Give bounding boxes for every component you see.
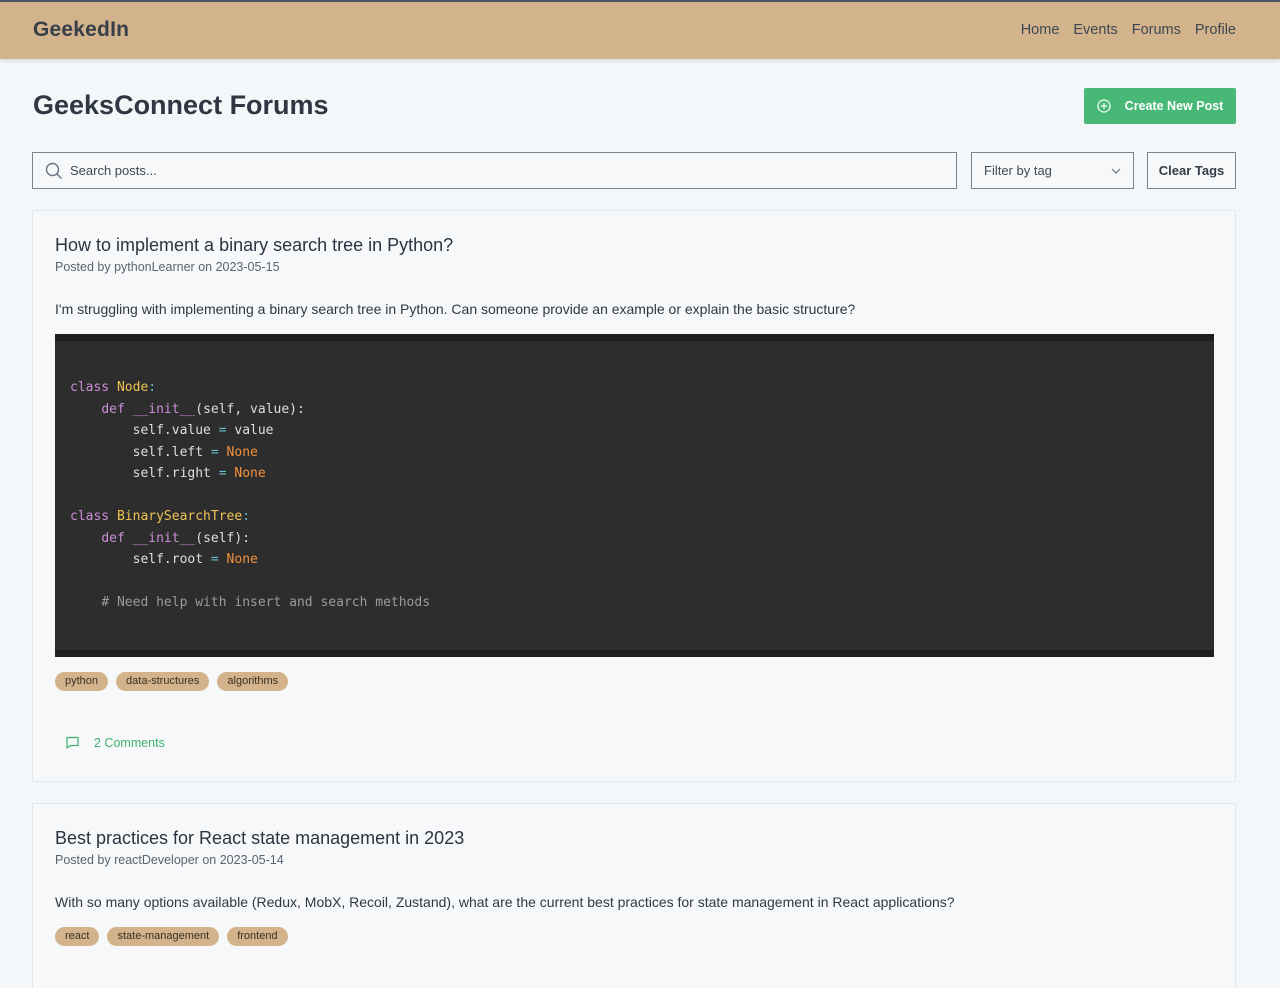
code-line: self.root = None: [70, 552, 258, 567]
post-card: Best practices for React state managemen…: [32, 803, 1236, 988]
post-body: I'm struggling with implementing a binar…: [55, 301, 856, 317]
post-title[interactable]: How to implement a binary search tree in…: [55, 235, 453, 256]
code-block: class Node: def __init__(self, value): s…: [55, 334, 1214, 657]
navbar: GeekedIn Home Events Forums Profile: [0, 2, 1280, 59]
nav-links: Home Events Forums Profile: [1007, 22, 1236, 38]
code-line: self.value = value: [70, 423, 274, 438]
code-keyword: def: [101, 401, 125, 417]
tag-frontend[interactable]: frontend: [227, 927, 288, 946]
search-icon: [45, 162, 63, 180]
posted-by-label: Posted by: [55, 260, 111, 274]
code-operator: =: [210, 444, 219, 460]
post-date: 2023-05-14: [219, 853, 284, 867]
tag-python[interactable]: python: [55, 672, 109, 691]
plus-circle-icon: [1097, 99, 1111, 113]
page-title: GeeksConnect Forums: [33, 90, 329, 120]
comments-count: 2 Comments: [94, 735, 165, 750]
tag-react[interactable]: react: [55, 927, 100, 946]
code-line: # Need help with insert and search metho…: [70, 592, 1214, 614]
posted-on-label: on: [202, 853, 217, 867]
brand-logo[interactable]: GeekedIn: [33, 18, 129, 42]
nav-link-profile[interactable]: Profile: [1195, 22, 1236, 38]
code-line: self.left = None: [70, 444, 258, 460]
nav-link-home[interactable]: Home: [1021, 22, 1060, 38]
code-constant: None: [226, 444, 258, 460]
post-date: 2023-05-15: [215, 260, 280, 274]
filter-by-tag-label: Filter by tag: [984, 163, 1052, 178]
code-keyword: class: [70, 509, 110, 524]
post-title[interactable]: Best practices for React state managemen…: [55, 828, 464, 849]
code-punct: :: [148, 380, 157, 395]
code-class-name: BinarySearchTree: [116, 509, 243, 524]
comment-icon: [65, 735, 80, 750]
post-author[interactable]: pythonLearner: [114, 260, 195, 274]
posted-by-label: Posted by: [55, 853, 111, 867]
code-line: class BinarySearchTree:: [70, 506, 1214, 528]
post-body: With so many options available (Redux, M…: [55, 894, 955, 910]
code-keyword: def: [101, 530, 125, 546]
code-constant: None: [226, 552, 258, 567]
code-function-name: __init__: [132, 530, 196, 546]
code-punct: :: [242, 509, 251, 524]
code-comment: # Need help with insert and search metho…: [101, 595, 431, 610]
code-line: class Node:: [70, 377, 1214, 399]
tag-data-structures[interactable]: data-structures: [116, 672, 210, 691]
post-tags: react state-management frontend: [55, 927, 296, 946]
search-box: [32, 152, 957, 189]
filter-by-tag-select[interactable]: Filter by tag: [971, 152, 1134, 189]
tag-algorithms[interactable]: algorithms: [217, 672, 289, 691]
post-card: How to implement a binary search tree in…: [32, 210, 1236, 782]
create-new-post-button[interactable]: Create New Post: [1084, 88, 1236, 124]
create-new-post-label: Create New Post: [1124, 99, 1224, 113]
clear-tags-button[interactable]: Clear Tags: [1147, 152, 1236, 189]
code-operator: =: [210, 552, 219, 567]
code-constant: None: [234, 466, 266, 481]
code-line: def __init__(self, value):: [101, 401, 305, 417]
code-keyword: class: [70, 380, 110, 395]
code-line: self.right = None: [70, 466, 266, 481]
chevron-down-icon: [1111, 166, 1121, 176]
comments-link[interactable]: 2 Comments: [65, 735, 165, 750]
code-operator: =: [218, 466, 227, 481]
tag-state-management[interactable]: state-management: [107, 927, 220, 946]
post-tags: python data-structures algorithms: [55, 672, 296, 691]
code-operator: =: [218, 423, 227, 438]
post-meta: Posted by pythonLearner on 2023-05-15: [55, 260, 280, 274]
nav-link-forums[interactable]: Forums: [1132, 22, 1181, 38]
post-meta: Posted by reactDeveloper on 2023-05-14: [55, 853, 284, 867]
nav-link-events[interactable]: Events: [1073, 22, 1117, 38]
post-author[interactable]: reactDeveloper: [114, 853, 199, 867]
search-input[interactable]: [70, 163, 956, 178]
posted-on-label: on: [198, 260, 213, 274]
code-line: def __init__(self):: [101, 530, 251, 546]
code-function-name: __init__: [132, 401, 196, 417]
code-class-name: Node: [116, 380, 149, 395]
